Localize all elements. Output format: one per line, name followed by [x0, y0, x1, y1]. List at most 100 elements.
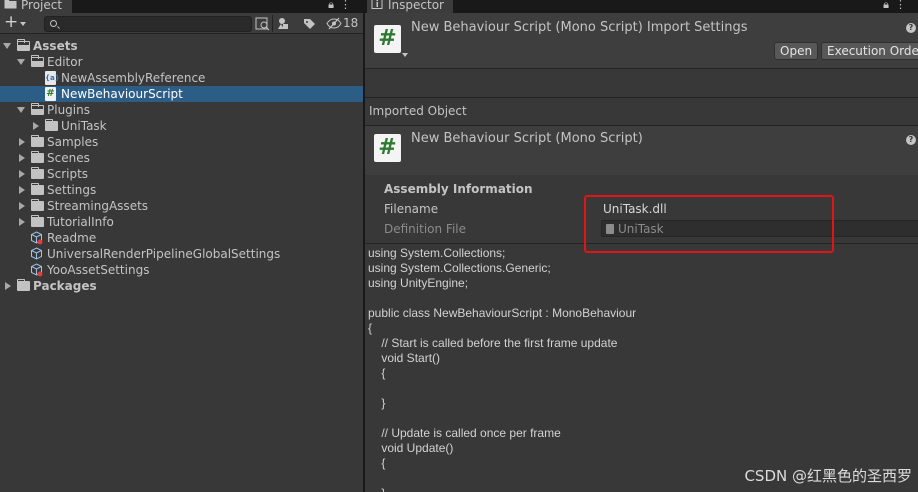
filter-by-label-button[interactable]	[298, 15, 320, 32]
script-preview: using System.Collections; using System.C…	[365, 243, 918, 492]
code-line: // Update is called once per frame	[368, 426, 561, 440]
folder-icon	[31, 167, 44, 179]
expand-arrow-icon[interactable]	[3, 43, 11, 49]
tree-item-readme[interactable]: Readme	[0, 230, 363, 246]
folder-icon	[31, 135, 44, 147]
info-icon	[371, 0, 383, 9]
code-line: // Start is called before the first fram…	[368, 336, 618, 350]
lock-icon[interactable]: 🔒︎	[883, 0, 895, 11]
collapse-arrow-icon[interactable]	[19, 218, 25, 226]
folder-open-icon	[31, 103, 44, 115]
imported-object-label: Imported Object	[369, 104, 467, 118]
scriptable-object-icon	[31, 231, 43, 245]
tree-item-label: Scripts	[47, 167, 89, 181]
expand-arrow-icon[interactable]	[17, 59, 25, 65]
code-line: {	[368, 456, 386, 470]
search-icon	[50, 20, 57, 27]
definition-file-label: Definition File	[384, 222, 467, 236]
code-line: void Start()	[368, 351, 441, 365]
kebab-menu-icon[interactable]: ⋮	[895, 0, 912, 11]
code-line: {	[368, 366, 386, 380]
imported-object-header: # New Behaviour Script (Mono Script) ?	[365, 125, 918, 175]
search-by-type-button[interactable]	[252, 15, 274, 32]
inspector-tab-label: Inspector	[388, 0, 444, 12]
project-toolbar: + 18	[0, 13, 363, 34]
code-line: public class NewBehaviourScript : MonoBe…	[368, 306, 637, 320]
project-tab-bar: Project 🔒︎⋮	[0, 0, 363, 13]
lock-icon[interactable]: 🔒︎	[328, 0, 340, 11]
scriptable-object-icon	[31, 263, 43, 277]
import-settings-header: # New Behaviour Script (Mono Script) Imp…	[365, 13, 918, 69]
tree-item-label: UniversalRenderPipelineGlobalSettings	[47, 247, 281, 261]
tree-item-samples[interactable]: Samples	[0, 134, 363, 150]
tree-item-label: Packages	[33, 279, 97, 293]
search-filter-icon	[255, 17, 270, 31]
folder-icon	[31, 151, 44, 163]
kebab-menu-icon[interactable]: ⋮	[340, 0, 357, 11]
tree-item-label: Settings	[47, 183, 97, 197]
code-line: }	[368, 486, 385, 492]
folder-open-icon	[17, 39, 30, 51]
hidden-packages-toggle[interactable]: 18	[322, 15, 362, 32]
inspector-title: New Behaviour Script (Mono Script) Impor…	[411, 20, 748, 35]
hidden-count: 18	[343, 16, 359, 30]
collapse-arrow-icon[interactable]	[19, 138, 25, 146]
expand-arrow-icon[interactable]	[17, 107, 25, 113]
code-line: {	[368, 321, 373, 335]
shapes-icon	[278, 18, 288, 29]
inspector-tab-bar: Inspector 🔒︎⋮	[365, 0, 918, 13]
highlight-annotation-box	[584, 195, 834, 253]
csharp-script-icon: #	[45, 87, 56, 101]
tree-item-tutorial-info[interactable]: TutorialInfo	[0, 214, 363, 230]
tree-item-yooasset-settings[interactable]: YooAssetSettings	[0, 262, 363, 278]
filename-label: Filename	[384, 202, 439, 216]
help-icon[interactable]: ?	[906, 23, 916, 33]
tree-item-editor[interactable]: Editor	[0, 54, 363, 70]
watermark: CSDN @红黑色的圣西罗	[744, 467, 912, 485]
execution-order-button[interactable]: Execution Order...	[821, 42, 918, 60]
tree-item-scenes[interactable]: Scenes	[0, 150, 363, 166]
tree-item-label: Assets	[33, 39, 78, 53]
code-line: }	[368, 396, 386, 410]
collapse-arrow-icon[interactable]	[19, 170, 25, 178]
tree-item-unitask[interactable]: UniTask	[0, 118, 363, 134]
code-line: using UnityEngine;	[368, 276, 469, 290]
folder-icon	[45, 119, 58, 131]
scriptable-object-icon	[31, 247, 42, 260]
create-button[interactable]: +	[4, 14, 32, 32]
filter-by-type-button[interactable]	[274, 15, 296, 32]
collapse-arrow-icon[interactable]	[19, 202, 25, 210]
tree-item-packages[interactable]: Packages	[0, 278, 363, 294]
csharp-script-icon[interactable]: #	[374, 25, 401, 53]
tree-item-new-behaviour-script[interactable]: # NewBehaviourScript	[0, 86, 363, 102]
project-tab-label: Project	[21, 0, 63, 12]
tree-item-new-assembly-reference[interactable]: {a} NewAssemblyReference	[0, 70, 363, 86]
tree-item-label: YooAssetSettings	[47, 263, 150, 277]
inspector-tab[interactable]: Inspector	[367, 0, 453, 13]
tree-item-label: Plugins	[47, 103, 90, 117]
toolbar-divider	[272, 15, 273, 32]
search-input[interactable]	[44, 16, 252, 32]
collapse-arrow-icon[interactable]	[33, 122, 39, 130]
collapse-arrow-icon[interactable]	[5, 282, 11, 290]
open-button[interactable]: Open	[774, 42, 819, 60]
collapse-arrow-icon[interactable]	[19, 186, 25, 194]
tree-item-assets[interactable]: Assets	[0, 38, 363, 54]
tree-item-label: NewAssemblyReference	[61, 71, 206, 85]
folder-icon	[31, 215, 44, 227]
eye-slash-icon	[326, 17, 342, 30]
collapse-arrow-icon[interactable]	[19, 154, 25, 162]
tree-item-urp-global-settings[interactable]: UniversalRenderPipelineGlobalSettings	[0, 246, 363, 262]
tree-item-streaming-assets[interactable]: StreamingAssets	[0, 198, 363, 214]
tree-item-scripts[interactable]: Scripts	[0, 166, 363, 182]
help-icon[interactable]: ?	[906, 135, 916, 145]
folder-open-icon	[31, 55, 44, 67]
tree-item-label: Samples	[47, 135, 99, 149]
chevron-down-icon[interactable]	[402, 53, 408, 57]
tree-item-label: UniTask	[61, 119, 107, 133]
code-line: using System.Collections.Generic;	[368, 261, 551, 275]
tree-item-settings[interactable]: Settings	[0, 182, 363, 198]
chevron-down-icon	[20, 22, 26, 26]
project-tab-actions: 🔒︎⋮	[328, 0, 357, 12]
tree-item-plugins[interactable]: Plugins	[0, 102, 363, 118]
